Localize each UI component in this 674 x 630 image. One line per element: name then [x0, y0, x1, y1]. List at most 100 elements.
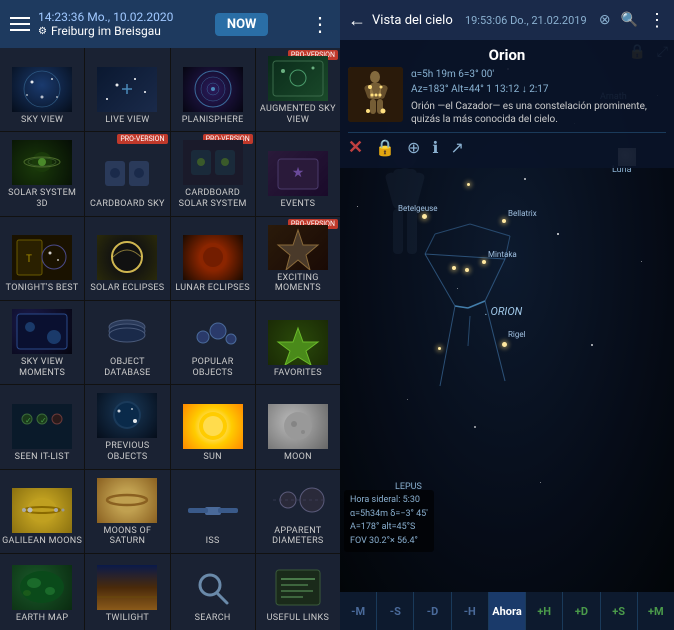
info-text: α=5h 19m 6=3° 00' Az=183° Alt=44° 1 13:1… — [411, 67, 666, 126]
info-icon[interactable]: ℹ — [432, 138, 438, 157]
grid-item-planisphere[interactable]: PLANISPHERE — [171, 48, 255, 131]
back-arrow-icon[interactable]: ← — [348, 10, 366, 31]
share-icon[interactable]: ↗ — [451, 138, 464, 157]
grid-item-exciting-moments[interactable]: PRO-VERSIONEXCITING MOMENTS — [256, 217, 340, 300]
object-name: Orion — [348, 46, 666, 64]
grid-item-label-moon: MOON — [284, 452, 312, 463]
lock-action-icon[interactable]: 🔒 — [375, 138, 395, 157]
grid-item-cardboard-solar-system[interactable]: PRO-VERSIONCARDBOARD SOLAR SYSTEM — [171, 132, 255, 215]
orion-sky-label: . ORION — [485, 305, 522, 318]
grid-item-twilight[interactable]: TWILIGHT — [85, 554, 169, 630]
right-panel: ← Vista del cielo 19:53:06 Do., 21.02.20… — [340, 0, 674, 630]
grid-item-events[interactable]: ★ EVENTS — [256, 132, 340, 215]
grid-item-label-previous-objects: PREVIOUS OBJECTS — [87, 441, 167, 463]
view-title: Vista del cielo — [372, 13, 453, 28]
main-grid: SKY VIEWLIVE VIEWPLANISPHEREPRO-VERSIONA… — [0, 48, 340, 630]
grid-item-augmented-sky-view[interactable]: PRO-VERSIONAUGMENTED SKY VIEW — [256, 48, 340, 131]
grid-item-label-cardboard-sky: CARDBOARD SKY — [90, 199, 165, 210]
grid-item-label-apparent-diameters: APPARENT DIAMETERS — [258, 526, 338, 548]
grid-item-label-moons-of-saturn: MOONS OF SATURN — [87, 526, 167, 548]
sky-map[interactable]: Betelgeuse Bellatrix Mintaka Rigel . ORI… — [340, 40, 674, 592]
grid-item-label-seen-it-list: SEEN IT-LIST — [15, 452, 70, 463]
ctrl-btn-plus-m[interactable]: +M — [638, 592, 674, 630]
saiph-star — [438, 347, 441, 350]
grid-item-favorites[interactable]: FAVORITES — [256, 301, 340, 384]
coords-line2: Az=183° Alt=44° 1 13:12 ↓ 2:17 — [411, 82, 666, 97]
right-header-left: ← Vista del cielo — [348, 10, 453, 31]
grid-item-label-galilean-moons: GALILEAN MOONS — [2, 536, 82, 547]
grid-item-search[interactable]: SEARCH — [171, 554, 255, 630]
header-location: ⚙ Freiburg im Breisgau — [38, 24, 173, 38]
grid-item-previous-objects[interactable]: PREVIOUS OBJECTS — [85, 385, 169, 468]
grid-item-label-lunar-eclipses: LUNAR ECLIPSES — [175, 283, 250, 294]
grid-item-useful-links[interactable]: USEFUL LINKS — [256, 554, 340, 630]
ctrl-btn-minus-d[interactable]: -D — [414, 592, 451, 630]
more-icon[interactable]: ⋮ — [648, 10, 666, 31]
grid-item-label-exciting-moments: EXCITING MOMENTS — [258, 273, 338, 295]
grid-item-lunar-eclipses[interactable]: LUNAR ECLIPSES — [171, 217, 255, 300]
grid-item-popular-objects[interactable]: POPULAR OBJECTS — [171, 301, 255, 384]
search-icon[interactable]: 🔍 — [621, 12, 638, 28]
grid-item-cardboard-sky[interactable]: PRO-VERSIONCARDBOARD SKY — [85, 132, 169, 215]
grid-item-label-solar-system-3d: SOLAR SYSTEM 3D — [2, 188, 82, 210]
hamburger-icon[interactable] — [10, 17, 30, 31]
grid-item-apparent-diameters[interactable]: APPARENT DIAMETERS — [256, 470, 340, 553]
settings-icon-small: ⚙ — [38, 26, 47, 37]
ctrl-btn-minus-m[interactable]: -M — [340, 592, 377, 630]
grid-item-moon[interactable]: MOON — [256, 385, 340, 468]
ctrl-btn-plus-s[interactable]: +S — [601, 592, 638, 630]
grid-item-sky-view[interactable]: SKY VIEW — [0, 48, 84, 131]
target-icon[interactable]: ⊕ — [407, 138, 420, 157]
grid-item-label-events: EVENTS — [281, 199, 316, 210]
grid-item-solar-eclipses[interactable]: SOLAR ECLIPSES — [85, 217, 169, 300]
grid-item-label-augmented-sky-view: AUGMENTED SKY VIEW — [258, 104, 338, 126]
bottom-info: Hora sideral: 5:30 α=5h34m δ=−3° 45' A=1… — [344, 490, 434, 552]
grid-item-earth-map[interactable]: EARTH MAP — [0, 554, 84, 630]
grid-item-seen-it-list[interactable]: ✓✓SEEN IT-LIST — [0, 385, 84, 468]
svg-text:★: ★ — [292, 165, 305, 181]
coords-line1: α=5h 19m 6=3° 00' — [411, 67, 666, 82]
header-time: 14:23:36 Mo., 10.02.2020 — [38, 10, 173, 24]
betelgeuse-star — [422, 214, 427, 219]
alnitak-star — [452, 266, 456, 270]
svg-text:T: T — [26, 254, 32, 265]
grid-item-galilean-moons[interactable]: GALILEAN MOONS — [0, 470, 84, 553]
ctrl-btn-plus-d[interactable]: +D — [563, 592, 600, 630]
grid-item-label-earth-map: EARTH MAP — [16, 613, 68, 624]
info-panel: Orion — [340, 40, 674, 168]
left-header: 14:23:36 Mo., 10.02.2020 ⚙ Freiburg im B… — [0, 0, 340, 48]
rigel-star — [502, 342, 507, 347]
grid-item-object-database[interactable]: OBJECT DATABASE — [85, 301, 169, 384]
control-bar: -M-S-D-HAhora+H+D+S+M — [340, 592, 674, 630]
close-button[interactable]: ✕ — [348, 137, 363, 158]
svg-text:✓: ✓ — [25, 416, 32, 425]
grid-item-label-tonights-best: TONIGHT'S BEST — [6, 283, 79, 294]
right-header-icons: ⊗ 🔍 ⋮ — [599, 10, 666, 31]
more-icon[interactable]: ⋮ — [310, 12, 330, 36]
grid-item-moons-of-saturn[interactable]: MOONS OF SATURN — [85, 470, 169, 553]
grid-item-live-view[interactable]: LIVE VIEW — [85, 48, 169, 131]
left-header-left: 14:23:36 Mo., 10.02.2020 ⚙ Freiburg im B… — [10, 10, 173, 38]
bottom-info-text: Hora sideral: 5:30 α=5h34m δ=−3° 45' A=1… — [350, 494, 428, 548]
ctrl-btn-minus-s[interactable]: -S — [377, 592, 414, 630]
grid-item-label-solar-eclipses: SOLAR ECLIPSES — [90, 283, 164, 294]
grid-item-sun[interactable]: SUN — [171, 385, 255, 468]
grid-item-sky-view-moments[interactable]: SKY VIEW MOMENTS — [0, 301, 84, 384]
grid-item-tonights-best[interactable]: T TONIGHT'S BEST — [0, 217, 84, 300]
grid-item-iss[interactable]: ISS — [171, 470, 255, 553]
grid-item-label-favorites: FAVORITES — [274, 368, 322, 379]
right-header: ← Vista del cielo 19:53:06 Do., 21.02.20… — [340, 0, 674, 40]
ctrl-btn-minus-h[interactable]: -H — [452, 592, 489, 630]
no-signal-icon: ⊗ — [599, 12, 611, 28]
meissa-star — [467, 183, 470, 186]
mintaka-star — [482, 260, 486, 264]
grid-item-solar-system-3d[interactable]: SOLAR SYSTEM 3D — [0, 132, 84, 215]
ctrl-btn-ahora[interactable]: Ahora — [489, 592, 526, 630]
mintaka-label: Mintaka — [488, 250, 517, 259]
now-button[interactable]: NOW — [215, 13, 269, 36]
grid-item-label-object-database: OBJECT DATABASE — [87, 357, 167, 379]
grid-item-label-useful-links: USEFUL LINKS — [267, 613, 330, 624]
bellatrix-label: Bellatrix — [508, 209, 537, 218]
ctrl-btn-plus-h[interactable]: +H — [526, 592, 563, 630]
left-panel: 14:23:36 Mo., 10.02.2020 ⚙ Freiburg im B… — [0, 0, 340, 630]
